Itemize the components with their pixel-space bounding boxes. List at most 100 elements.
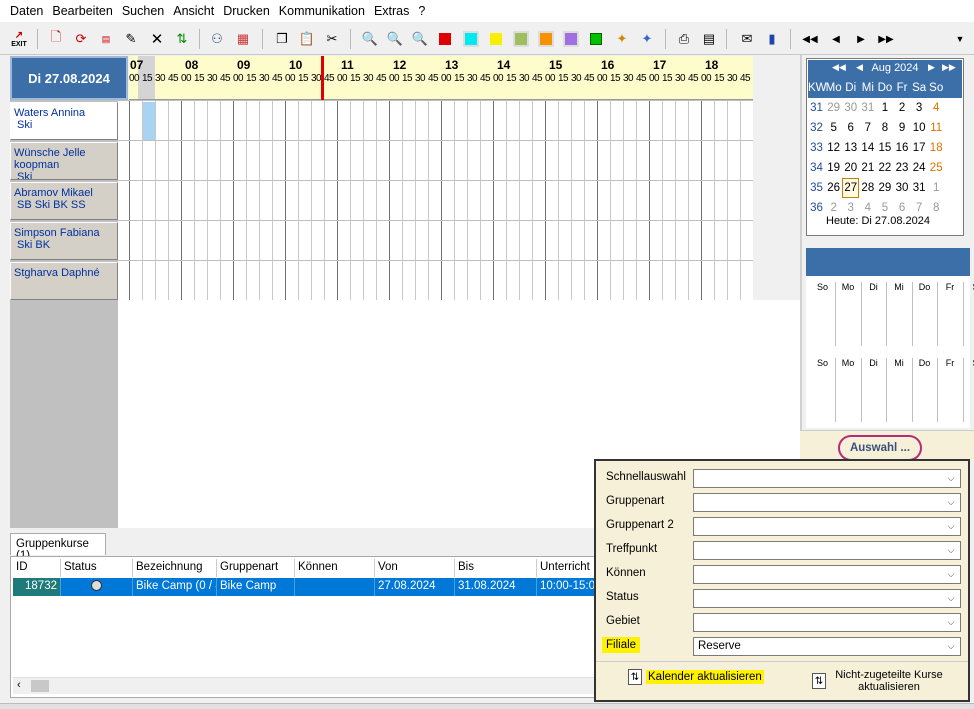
calendar-day[interactable]: 29	[876, 178, 893, 198]
menu-ansicht[interactable]: Ansicht	[173, 4, 214, 18]
calendar-day[interactable]: 3	[911, 98, 928, 118]
calendar-day[interactable]: 28	[859, 178, 876, 198]
calendar-day[interactable]: 27	[842, 178, 860, 198]
calendar-day[interactable]: 16	[893, 138, 910, 158]
menu-suchen[interactable]: Suchen	[122, 4, 164, 18]
tab-gruppenkurse[interactable]: Gruppenkurse (1)	[10, 533, 106, 562]
calendar-day[interactable]: 21	[859, 158, 876, 178]
column-header[interactable]: Status	[61, 559, 133, 577]
next-icon[interactable]: ▶	[851, 29, 871, 49]
menu-daten[interactable]: Daten	[10, 4, 43, 18]
menu-extras[interactable]: Extras	[374, 4, 409, 18]
prev-year-icon[interactable]: ◀◀	[832, 62, 846, 73]
color-cyan-icon[interactable]	[463, 31, 479, 47]
filiale-select[interactable]: Reserve ⌵	[693, 637, 961, 656]
auswahl-button[interactable]: Auswahl ...	[838, 435, 922, 461]
schnellauswahl-select[interactable]: ⌵	[693, 469, 961, 488]
calendar-day[interactable]: 15	[876, 138, 893, 158]
calendar-icon[interactable]: ▦	[233, 29, 253, 49]
color-yellow-icon[interactable]	[488, 31, 504, 47]
gebiet-select[interactable]: ⌵	[693, 613, 961, 632]
treffpunkt-select[interactable]: ⌵	[693, 541, 961, 560]
pin-blue-icon[interactable]: ✦	[637, 29, 657, 49]
print-icon[interactable]: ⎙	[674, 29, 694, 49]
users-icon[interactable]: ⚇	[207, 29, 227, 49]
calendar-day[interactable]: 30	[842, 98, 859, 118]
calendar-day[interactable]: 31	[859, 98, 876, 118]
column-header[interactable]: Von	[375, 559, 455, 577]
table-row[interactable]: 18732 Bike Camp (0 / 8) Bike Camp 27.08.…	[13, 578, 599, 596]
menu-kommunikation[interactable]: Kommunikation	[279, 4, 365, 18]
column-header[interactable]: Bezeichnung	[133, 559, 217, 577]
color-orange-icon[interactable]	[538, 31, 554, 47]
refresh-icon[interactable]: ⟳	[71, 29, 91, 49]
calendar-day[interactable]: 24	[911, 158, 928, 178]
copy-icon[interactable]: ❐	[272, 29, 292, 49]
column-header[interactable]: ID	[13, 559, 61, 577]
schedule-grid[interactable]	[118, 100, 753, 300]
calendar-day[interactable]: 8	[928, 198, 945, 218]
paste-icon[interactable]: 📋	[297, 29, 317, 49]
menu-help[interactable]: ?	[418, 4, 425, 18]
status-select[interactable]: ⌵	[693, 589, 961, 608]
refresh-unassigned-button[interactable]: ⇅ Nicht-zugeteilte Kurse aktualisieren	[812, 669, 948, 693]
calendar-day[interactable]: 4	[928, 98, 945, 118]
participant-row[interactable]: Stgharva Daphné	[10, 262, 118, 300]
calendar-day[interactable]: 10	[911, 118, 928, 138]
sync-icon[interactable]: ⇅	[172, 29, 192, 49]
calendar-day[interactable]: 29	[825, 98, 842, 118]
scroll-thumb[interactable]	[31, 680, 49, 692]
calendar-day[interactable]: 12	[825, 138, 842, 158]
koennen-select[interactable]: ⌵	[693, 565, 961, 584]
color-red-icon[interactable]	[437, 31, 453, 47]
column-header[interactable]: Gruppenart	[217, 559, 295, 577]
participant-row[interactable]: Waters Annina Ski	[10, 102, 118, 140]
next-year-icon[interactable]: ▶▶	[942, 62, 956, 73]
participant-row[interactable]: Simpson Fabiana Ski BK	[10, 222, 118, 260]
first-icon[interactable]: ◀◀	[800, 29, 820, 49]
calendar-day[interactable]: 9	[893, 118, 910, 138]
calendar-day[interactable]: 20	[842, 158, 859, 178]
horizontal-scrollbar[interactable]: ‹	[13, 677, 599, 694]
column-header[interactable]: Können	[295, 559, 375, 577]
prev-month-icon[interactable]: ◀	[856, 62, 863, 73]
calendar-day[interactable]: 30	[893, 178, 910, 198]
delete-icon[interactable]: ✕	[147, 29, 167, 49]
selected-timeslot[interactable]	[142, 102, 155, 140]
zoom-out-icon[interactable]: 🔍	[410, 29, 430, 49]
calendar-today-label[interactable]: Heute: Di 27.08.2024	[826, 215, 930, 227]
column-header[interactable]: Unterricht	[537, 559, 597, 577]
gruppenart-2-select[interactable]: ⌵	[693, 517, 961, 536]
mail-icon[interactable]: ✉	[737, 29, 757, 49]
pdf-icon[interactable]: ▤	[96, 29, 116, 49]
calendar-day[interactable]: 6	[842, 118, 859, 138]
calendar-day[interactable]: 19	[825, 158, 842, 178]
calendar-day[interactable]: 2	[893, 98, 910, 118]
participant-row[interactable]: Wünsche Jelle koopman Ski	[10, 142, 118, 180]
pin-yellow-icon[interactable]: ✦	[612, 29, 632, 49]
exit-button[interactable]: ↗ EXIT	[9, 29, 29, 49]
menu-drucken[interactable]: Drucken	[223, 4, 270, 18]
scroll-left-icon[interactable]: ‹	[17, 679, 21, 691]
calendar-day[interactable]: 22	[876, 158, 893, 178]
toolbar-overflow-icon[interactable]: ▼	[950, 29, 970, 49]
refresh-calendar-button[interactable]: ⇅ Kalender aktualisieren	[628, 669, 764, 685]
calendar-day[interactable]: 31	[911, 178, 928, 198]
calendar-day[interactable]: 18	[928, 138, 945, 158]
color-olive-icon[interactable]	[513, 31, 529, 47]
cut-icon[interactable]: ✂	[322, 29, 342, 49]
prev-icon[interactable]: ◀	[826, 29, 846, 49]
calendar-day[interactable]: 13	[842, 138, 859, 158]
calendar-day[interactable]: 11	[928, 118, 945, 138]
last-icon[interactable]: ▶▶	[876, 29, 896, 49]
gruppenart-select[interactable]: ⌵	[693, 493, 961, 512]
color-green-icon[interactable]	[588, 31, 604, 47]
menu-bearbeiten[interactable]: Bearbeiten	[52, 4, 112, 18]
color-purple-icon[interactable]	[563, 31, 579, 47]
participant-row[interactable]: Abramov Mikael SB Ski BK SS	[10, 182, 118, 220]
zoom-icon[interactable]: 🔍	[360, 29, 380, 49]
calendar-day[interactable]: 17	[911, 138, 928, 158]
next-month-icon[interactable]: ▶	[928, 62, 935, 73]
calendar-day[interactable]: 1	[876, 98, 893, 118]
phone-icon[interactable]: ▮	[762, 29, 782, 49]
